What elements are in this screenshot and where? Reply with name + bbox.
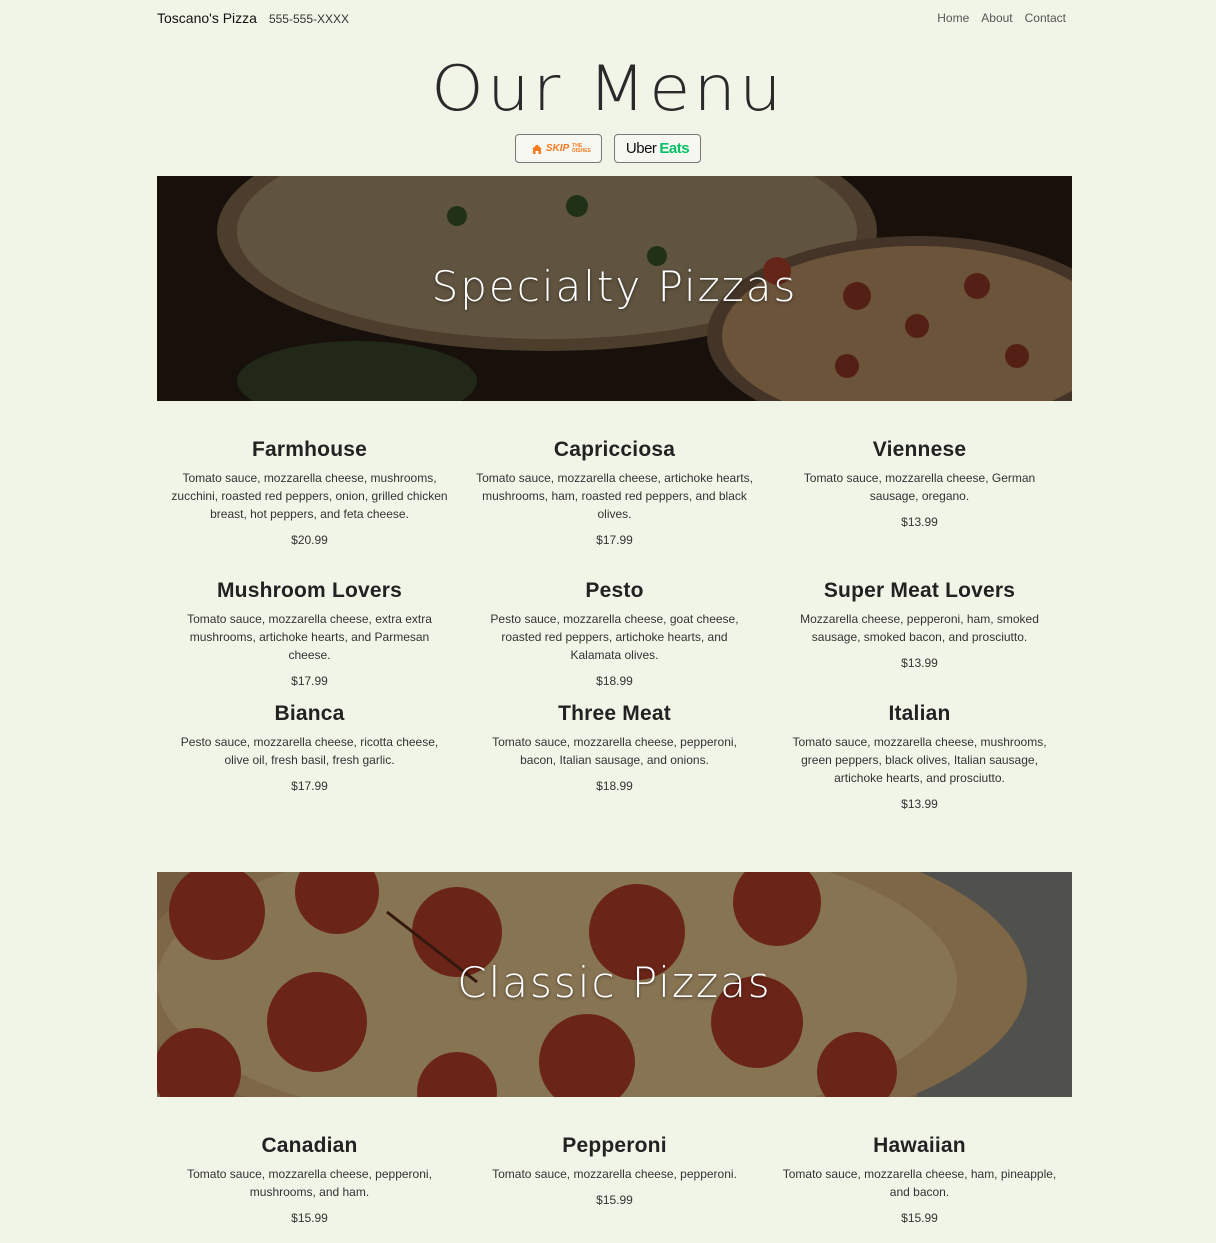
item-description: Pesto sauce, mozzarella cheese, ricotta …: [180, 735, 439, 767]
item-description: Tomato sauce, mozzarella cheese, mushroo…: [171, 471, 448, 521]
brand-link[interactable]: Toscano's Pizza: [157, 10, 257, 26]
item-description: Tomato sauce, mozzarella cheese, German …: [803, 471, 1036, 503]
item-name: Pepperoni: [562, 1134, 667, 1157]
eats-logo-text: Eats: [659, 140, 690, 157]
menu-item: Mushroom Lovers Tomato sauce, mozzarella…: [157, 579, 462, 688]
uber-eats-button[interactable]: Uber Eats: [614, 134, 701, 163]
nav-links: Home About Contact: [937, 11, 1072, 25]
item-price: $15.99: [596, 1193, 633, 1207]
menu-item: Super Meat Lovers Mozzarella cheese, pep…: [767, 579, 1072, 688]
item-name: Hawaiian: [873, 1134, 966, 1157]
item-price: $15.99: [291, 1211, 328, 1225]
item-name: Italian: [888, 702, 951, 725]
item-description: Tomato sauce, mozzarella cheese, peppero…: [492, 735, 737, 767]
skip-logo-subtext: THE DISHES: [572, 142, 591, 154]
item-description: Tomato sauce, mozzarella cheese, extra e…: [187, 612, 432, 662]
menu-item: Canadian Tomato sauce, mozzarella cheese…: [157, 1134, 462, 1225]
skip-the-dishes-button[interactable]: SKIP THE DISHES: [515, 134, 602, 163]
skip-house-icon: [531, 144, 542, 154]
item-price: $15.99: [901, 1211, 938, 1225]
item-name: Three Meat: [558, 702, 671, 725]
item-description: Tomato sauce, mozzarella cheese, mushroo…: [792, 735, 1047, 785]
menu-item: Viennese Tomato sauce, mozzarella cheese…: [767, 438, 1072, 547]
menu-item: Hawaiian Tomato sauce, mozzarella cheese…: [767, 1134, 1072, 1225]
item-price: $17.99: [596, 533, 633, 547]
row-spacer: [157, 688, 1072, 702]
nav-link-contact[interactable]: Contact: [1025, 11, 1066, 25]
nav-link-home[interactable]: Home: [937, 11, 969, 25]
item-description: Pesto sauce, mozzarella cheese, goat che…: [490, 612, 739, 662]
item-price: $13.99: [901, 797, 938, 811]
item-price: $20.99: [291, 533, 328, 547]
item-price: $17.99: [291, 779, 328, 793]
item-description: Tomato sauce, mozzarella cheese, articho…: [476, 471, 753, 521]
item-name: Canadian: [261, 1134, 358, 1157]
classic-heading: Classic Pizzas: [457, 957, 772, 1007]
row-spacer: [157, 547, 1072, 579]
item-price: $13.99: [901, 656, 938, 670]
brand-group: Toscano's Pizza 555-555-XXXX: [157, 10, 349, 26]
specialty-menu-grid: Farmhouse Tomato sauce, mozzarella chees…: [157, 438, 1072, 811]
menu-item: Pesto Pesto sauce, mozzarella cheese, go…: [462, 579, 767, 688]
item-price: $13.99: [901, 515, 938, 529]
nav-link-about[interactable]: About: [981, 11, 1012, 25]
skip-logo-text: SKIP: [545, 143, 570, 154]
navbar: Toscano's Pizza 555-555-XXXX Home About …: [157, 0, 1072, 36]
menu-item: Pepperoni Tomato sauce, mozzarella chees…: [462, 1134, 767, 1225]
menu-item: Capricciosa Tomato sauce, mozzarella che…: [462, 438, 767, 547]
specialty-banner: Specialty Pizzas: [157, 176, 1072, 401]
item-name: Farmhouse: [252, 438, 367, 461]
item-price: $18.99: [596, 674, 633, 688]
item-name: Super Meat Lovers: [823, 579, 1016, 602]
page-title: Our Menu: [431, 52, 785, 125]
item-description: Tomato sauce, mozzarella cheese, peppero…: [187, 1167, 432, 1199]
classic-menu-grid: Canadian Tomato sauce, mozzarella cheese…: [157, 1134, 1072, 1225]
item-name: Capricciosa: [553, 438, 676, 461]
item-name: Mushroom Lovers: [216, 579, 403, 602]
item-name: Pesto: [585, 579, 644, 602]
classic-banner: Classic Pizzas: [157, 872, 1072, 1097]
menu-item: Three Meat Tomato sauce, mozzarella chee…: [462, 702, 767, 811]
item-name: Viennese: [872, 438, 967, 461]
item-price: $18.99: [596, 779, 633, 793]
delivery-buttons: SKIP THE DISHES Uber Eats: [0, 134, 1216, 163]
item-price: $17.99: [291, 674, 328, 688]
item-description: Tomato sauce, mozzarella cheese, peppero…: [492, 1167, 737, 1181]
uber-logo-text: Uber: [625, 140, 657, 157]
item-name: Bianca: [274, 702, 345, 725]
specialty-heading: Specialty Pizzas: [431, 261, 798, 311]
menu-item: Bianca Pesto sauce, mozzarella cheese, r…: [157, 702, 462, 811]
phone-number: 555-555-XXXX: [268, 12, 350, 26]
item-description: Mozzarella cheese, pepperoni, ham, smoke…: [800, 612, 1039, 644]
menu-item: Farmhouse Tomato sauce, mozzarella chees…: [157, 438, 462, 547]
menu-item: Italian Tomato sauce, mozzarella cheese,…: [767, 702, 1072, 811]
item-description: Tomato sauce, mozzarella cheese, ham, pi…: [782, 1167, 1057, 1199]
